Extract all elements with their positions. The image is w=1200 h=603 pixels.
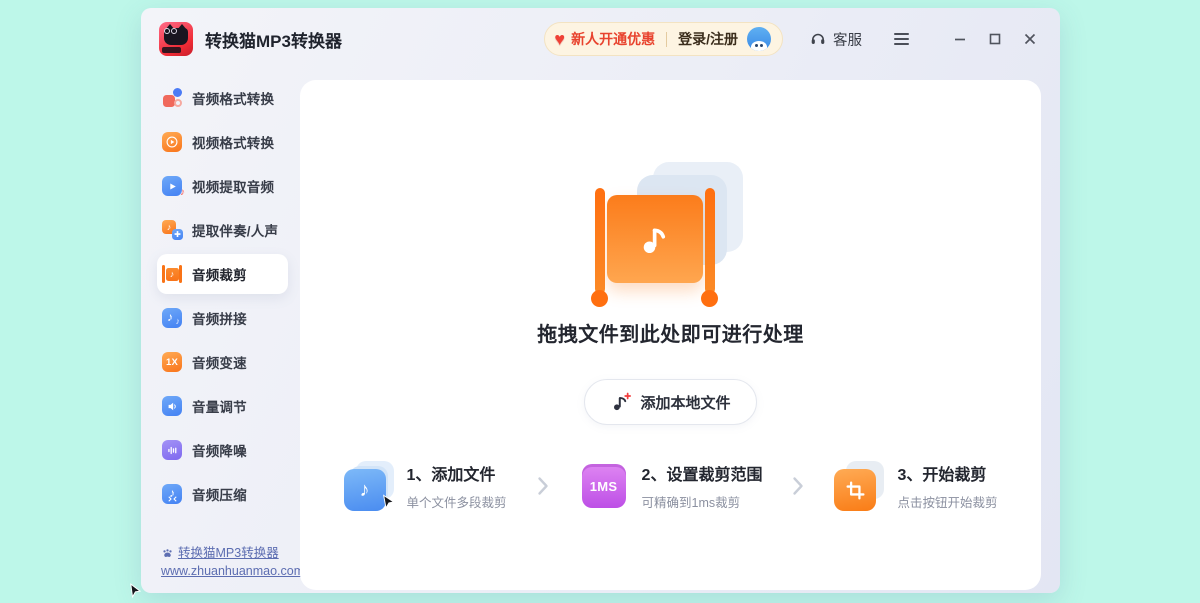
sidebar-item-compress[interactable]: ♪ 音频压缩 [157,474,288,514]
app-logo-icon [159,22,193,56]
video-format-icon [162,132,182,152]
dropzone-panel[interactable]: 拖拽文件到此处即可进行处理 添加本地文件 ♪ [300,80,1041,590]
maximize-button[interactable] [982,26,1008,52]
audio-speed-icon: 1X [162,352,182,372]
chevron-right-icon [537,476,549,496]
add-file-step-icon: ♪ [344,461,394,511]
heart-badge-icon: ♥ [554,30,565,48]
pill-divider [666,32,667,47]
steps-row: ♪ 1、添加文件 单个文件多段裁剪 1MS 2、设置裁剪范围 [344,461,998,511]
audio-join-icon: ♪♪ [162,308,182,328]
add-music-icon [610,392,631,413]
sidebar-item-video-format[interactable]: 视频格式转换 [157,122,288,162]
titlebar: 转换猫MP3转换器 ♥ 新人开通优惠 登录/注册 客服 [141,8,1060,70]
close-button[interactable] [1017,26,1043,52]
promo-link[interactable]: 新人开通优惠 [571,29,655,49]
step2-title: 2、设置裁剪范围 [642,461,763,485]
compress-icon: ♪ [162,484,182,504]
video-extract-audio-icon: ♪ [162,176,182,196]
step-set-range: 1MS 2、设置裁剪范围 可精确到1ms裁剪 [579,461,763,511]
step1-title: 1、添加文件 [407,461,507,485]
cursor-arrow-icon [381,494,397,515]
volume-icon [162,396,182,416]
step-add-file: ♪ 1、添加文件 单个文件多段裁剪 [344,461,507,511]
minimize-button[interactable] [947,26,973,52]
set-range-step-icon: 1MS [579,461,629,511]
audio-cut-icon: ♪ [162,264,182,284]
sidebar-item-audio-cut[interactable]: ♪ 音频裁剪 [157,254,288,294]
denoise-icon [162,440,182,460]
promo-login-pill: ♥ 新人开通优惠 登录/注册 [544,22,783,56]
window-title: 转换猫MP3转换器 [205,27,342,52]
sidebar-item-audio-format[interactable]: 音频格式转换 [157,78,288,118]
sidebar-item-audio-join[interactable]: ♪♪ 音频拼接 [157,298,288,338]
step2-subtitle: 可精确到1ms裁剪 [642,492,763,511]
sidebar: 音频格式转换 视频格式转换 ♪ 视频提取音频 ♪✚ 提取伴奏/人声 ♪ [141,70,300,593]
step-start-cut: 3、开始裁剪 点击按钮开始裁剪 [834,461,997,511]
footer-app-link[interactable]: 转换猫MP3转换器 [178,544,279,562]
user-avatar[interactable] [747,27,771,51]
menu-button[interactable] [890,29,913,49]
dropzone-title: 拖拽文件到此处即可进行处理 [537,318,804,347]
sidebar-item-audio-speed[interactable]: 1X 音频变速 [157,342,288,382]
mouse-cursor [129,583,143,603]
login-register-link[interactable]: 登录/注册 [678,29,738,49]
extract-vocal-icon: ♪✚ [162,220,182,240]
audio-cut-illustration-icon [595,162,747,308]
chevron-right-icon [792,476,804,496]
add-local-file-label: 添加本地文件 [640,392,730,413]
paw-icon [161,547,174,560]
step3-title: 3、开始裁剪 [897,461,997,485]
sidebar-item-denoise[interactable]: 音频降噪 [157,430,288,470]
sidebar-item-video-extract-audio[interactable]: ♪ 视频提取音频 [157,166,288,206]
step3-subtitle: 点击按钮开始裁剪 [897,492,997,511]
add-local-file-button[interactable]: 添加本地文件 [584,379,756,425]
support-label: 客服 [833,29,862,50]
headset-icon [809,30,827,48]
footer-site-link[interactable]: www.zhuanhuanmao.com [161,562,304,580]
step1-subtitle: 单个文件多段裁剪 [407,492,507,511]
sidebar-item-volume[interactable]: 音量调节 [157,386,288,426]
sidebar-item-extract-vocal[interactable]: ♪✚ 提取伴奏/人声 [157,210,288,250]
audio-format-icon [162,88,182,108]
app-window: 转换猫MP3转换器 ♥ 新人开通优惠 登录/注册 客服 [141,8,1060,593]
start-cut-step-icon [834,461,884,511]
support-button[interactable]: 客服 [809,29,862,50]
sidebar-footer: 转换猫MP3转换器 www.zhuanhuanmao.com [161,544,304,580]
